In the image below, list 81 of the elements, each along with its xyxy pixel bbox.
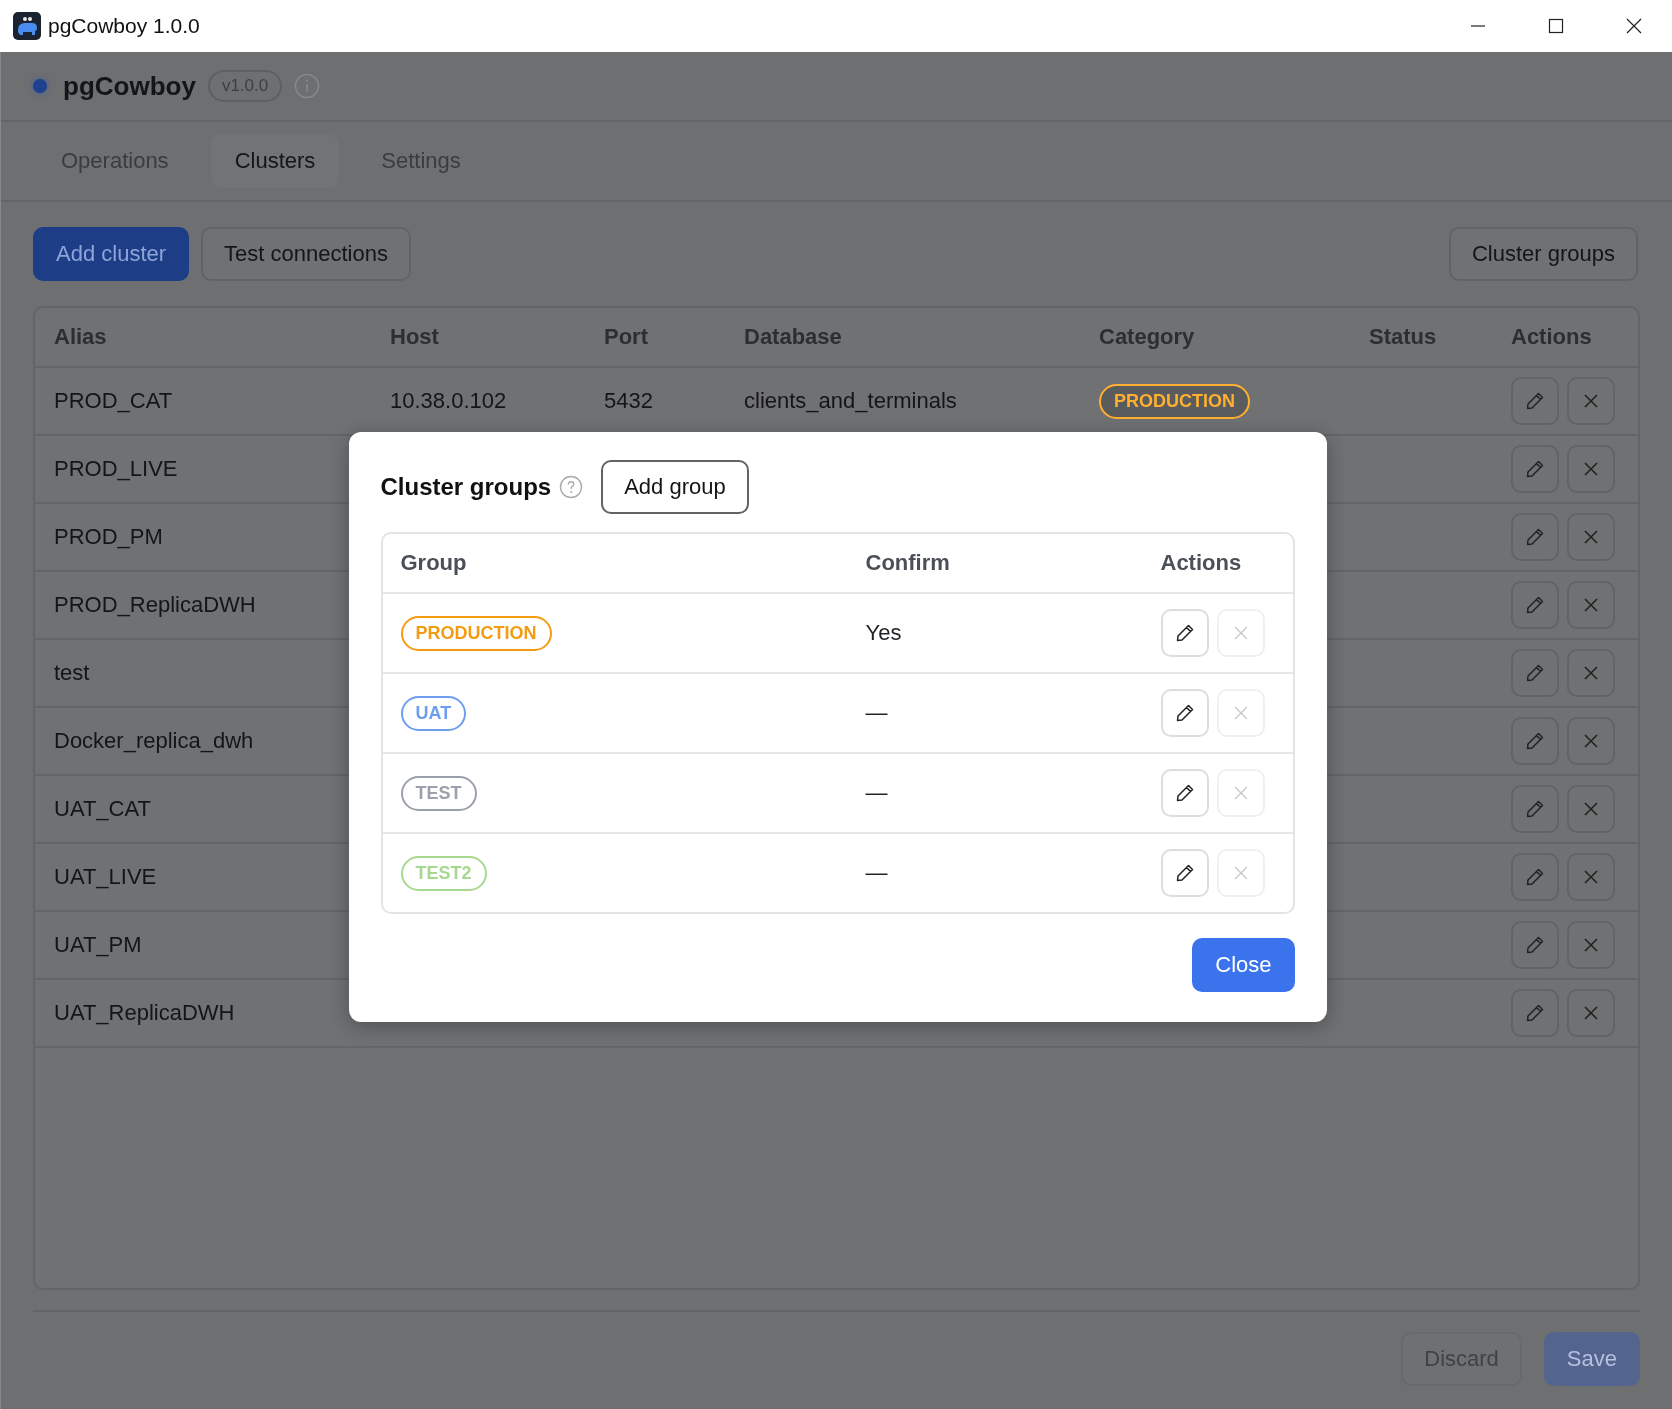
table-cell-text: Docker_replica_dwh bbox=[54, 728, 255, 754]
column-header: Category bbox=[1099, 324, 1196, 350]
close-button[interactable]: Close bbox=[1192, 938, 1295, 992]
edit-button[interactable] bbox=[1511, 445, 1559, 493]
table-cell-text: PROD_CAT bbox=[54, 388, 174, 414]
test-connections-button[interactable]: Test connections bbox=[201, 227, 411, 281]
add-cluster-button[interactable]: Add cluster bbox=[33, 227, 190, 281]
pencil-icon bbox=[1174, 623, 1195, 643]
category-tag: PRODUCTION bbox=[1099, 383, 1250, 419]
edit-button[interactable] bbox=[1511, 717, 1559, 765]
table-cell-text: PROD_PM bbox=[54, 524, 164, 550]
table-cell: — bbox=[865, 860, 888, 886]
tab[interactable]: Clusters bbox=[210, 134, 340, 188]
pencil-icon bbox=[1174, 703, 1195, 723]
app-icon bbox=[13, 12, 41, 40]
edit-button[interactable] bbox=[1511, 785, 1559, 833]
edit-button[interactable] bbox=[1511, 853, 1559, 901]
edit-button[interactable] bbox=[1511, 989, 1559, 1037]
delete-button[interactable] bbox=[1567, 513, 1615, 561]
edit-button[interactable] bbox=[1511, 649, 1559, 697]
pencil-icon bbox=[1525, 595, 1545, 615]
column-header: Port bbox=[604, 324, 649, 350]
delete-button[interactable] bbox=[1567, 649, 1615, 697]
dialog-title: Cluster groups bbox=[380, 473, 552, 501]
table-cell: — bbox=[865, 700, 888, 726]
delete-button[interactable] bbox=[1567, 785, 1615, 833]
column-header: Actions bbox=[1511, 324, 1593, 350]
edit-button[interactable] bbox=[1511, 513, 1559, 561]
pencil-icon bbox=[1525, 1003, 1545, 1023]
pencil-icon bbox=[1525, 663, 1545, 683]
delete-button[interactable] bbox=[1567, 581, 1615, 629]
table-cell: 10.38.0.102 bbox=[390, 388, 507, 414]
edit-button[interactable] bbox=[1511, 921, 1559, 969]
cluster-groups-button[interactable]: Cluster groups bbox=[1448, 227, 1638, 281]
pencil-icon bbox=[1525, 867, 1545, 887]
info-icon[interactable] bbox=[294, 73, 321, 99]
pencil-icon bbox=[1525, 391, 1545, 411]
add-group-button[interactable]: Add group bbox=[601, 460, 749, 514]
column-header: Confirm bbox=[865, 550, 951, 576]
status-dot bbox=[33, 79, 47, 93]
table-cell-text: UAT_ReplicaDWH bbox=[54, 1000, 236, 1026]
maximize-icon[interactable] bbox=[1548, 18, 1564, 34]
table-cell: clients_and_terminals bbox=[744, 388, 957, 414]
column-header: Host bbox=[390, 324, 440, 350]
pencil-icon bbox=[1174, 863, 1195, 883]
delete-button[interactable] bbox=[1567, 717, 1615, 765]
edit-button[interactable] bbox=[1511, 377, 1559, 425]
app-name: pgCowboy bbox=[63, 70, 196, 102]
table-cell-text: UAT_LIVE bbox=[54, 864, 158, 890]
column-header: Alias bbox=[54, 324, 108, 350]
column-header: Status bbox=[1369, 324, 1438, 350]
pencil-icon bbox=[1525, 799, 1545, 819]
table-cell: 5432 bbox=[604, 388, 653, 414]
edit-button[interactable] bbox=[1511, 581, 1559, 629]
table-cell-text: UAT_CAT bbox=[54, 796, 152, 822]
pencil-icon bbox=[1525, 527, 1545, 547]
group-tag: TEST2 bbox=[400, 855, 487, 891]
delete-button[interactable] bbox=[1567, 921, 1615, 969]
pencil-icon bbox=[1174, 783, 1195, 803]
column-header: Actions bbox=[1160, 550, 1243, 576]
table-cell-text: PROD_LIVE bbox=[54, 456, 179, 482]
table-cell-text: test bbox=[54, 660, 91, 686]
table-cell: — bbox=[865, 780, 888, 806]
window-title: pgCowboy 1.0.0 bbox=[48, 14, 200, 38]
group-tag: UAT bbox=[400, 695, 467, 731]
group-tag: PRODUCTION bbox=[400, 615, 552, 651]
delete-button[interactable] bbox=[1567, 445, 1615, 493]
pencil-icon bbox=[1525, 459, 1545, 479]
close-icon[interactable] bbox=[1626, 18, 1642, 34]
delete-button[interactable] bbox=[1567, 377, 1615, 425]
pencil-icon bbox=[1525, 935, 1545, 955]
table-cell-text: UAT_PM bbox=[54, 932, 143, 958]
column-header: Group bbox=[400, 550, 468, 576]
delete-button[interactable] bbox=[1567, 989, 1615, 1037]
delete-button[interactable] bbox=[1567, 853, 1615, 901]
column-header: Database bbox=[744, 324, 843, 350]
table-cell-text: PROD_ReplicaDWH bbox=[54, 592, 257, 618]
group-tag: TEST bbox=[400, 775, 477, 811]
table-cell: Yes bbox=[865, 620, 902, 646]
pencil-icon bbox=[1525, 731, 1545, 751]
help-icon[interactable] bbox=[559, 475, 584, 499]
